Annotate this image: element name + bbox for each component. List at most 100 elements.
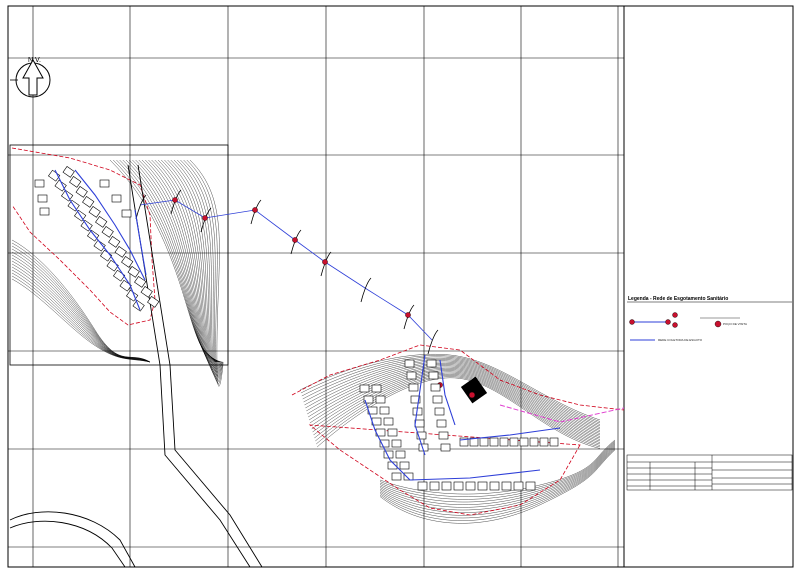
legend: Legenda - Rede de Esgotamento Sanitário … [627,296,792,342]
manhole [322,259,328,265]
lot [428,371,439,380]
north-arrow: N.V. [10,57,51,98]
lot [111,194,122,203]
contour-lines-right [299,354,616,524]
lot [34,179,45,188]
manhole [172,197,178,203]
lot [489,481,500,491]
title-block [626,454,793,491]
lot [371,384,382,393]
lot [37,194,48,203]
lot [391,439,402,448]
lot [440,443,451,452]
lot [383,417,394,426]
legend-manhole-label: POÇO DE VISITA [723,322,747,326]
lot [513,481,524,491]
lot [121,209,132,218]
lots-right [359,359,559,491]
lot [519,437,529,447]
lot [395,450,406,459]
lot [417,481,428,491]
contour-line [132,159,218,363]
lot [75,186,88,198]
drawing-sheet: N.V. Legenda - Rede de Esgotamento Sanit… [7,5,794,568]
lot [113,269,126,282]
manhole [202,215,208,221]
lot [101,226,114,238]
manholes [172,197,475,398]
contour-line [119,159,217,363]
lot [453,481,464,491]
lot [108,236,121,248]
lot [391,472,402,481]
lot [525,481,536,491]
lot [549,437,559,447]
contour-line [173,159,222,378]
trunk-tick [427,329,439,355]
lot [434,407,445,416]
contour-line [135,159,218,363]
lot [82,196,95,208]
contour-line [379,443,616,505]
lot [477,481,488,491]
legend-manhole-b [665,319,671,325]
contour-line [311,370,601,440]
contour-line [379,442,616,503]
lot [375,395,386,404]
lot [99,179,110,188]
legend-title: Legenda - Rede de Esgotamento Sanitário [628,296,728,302]
manhole [292,237,298,243]
lot [95,216,108,228]
manhole [252,207,258,213]
trunk-line-markers [135,189,439,355]
contour-line [316,376,601,448]
sewer-branch-right-e [409,469,541,481]
contour-line [315,375,601,446]
lot [529,437,539,447]
lot [489,437,499,447]
lot [479,437,489,447]
sewer-branch-left-c [134,209,147,276]
lot [69,176,82,188]
contour-line [379,441,616,500]
lot [359,384,370,393]
lot [430,383,441,392]
lot [408,383,419,392]
manhole [405,312,411,318]
trunk-sewer-line [139,199,433,341]
access-road [9,164,263,568]
lot [429,481,440,491]
contour-line [379,447,616,516]
lot [406,371,417,380]
north-label: N.V. [28,57,41,64]
lot [140,286,153,298]
lot [39,207,50,216]
lot [509,437,519,447]
lot [399,461,410,470]
lot [114,246,127,258]
lot [414,419,425,428]
lot [426,359,437,368]
lot [61,189,74,202]
lot [379,406,390,415]
lot [539,437,549,447]
lot [499,437,509,447]
lot [501,481,512,491]
lot [441,481,452,491]
lot [88,206,101,218]
contour-line [122,159,217,363]
contour-line [310,369,601,439]
legend-manhole-c [672,312,678,318]
lot [119,279,132,292]
contour-line [154,159,220,367]
sewer-branch-right-b [414,354,426,456]
lot [121,256,134,268]
legend-manhole-d [672,322,678,328]
lot [387,428,398,437]
lot [465,481,476,491]
lot [438,431,449,440]
lot [436,419,447,428]
legend-manhole-symbol [714,320,722,328]
lot [62,166,75,178]
legend-manhole-a [629,319,635,325]
